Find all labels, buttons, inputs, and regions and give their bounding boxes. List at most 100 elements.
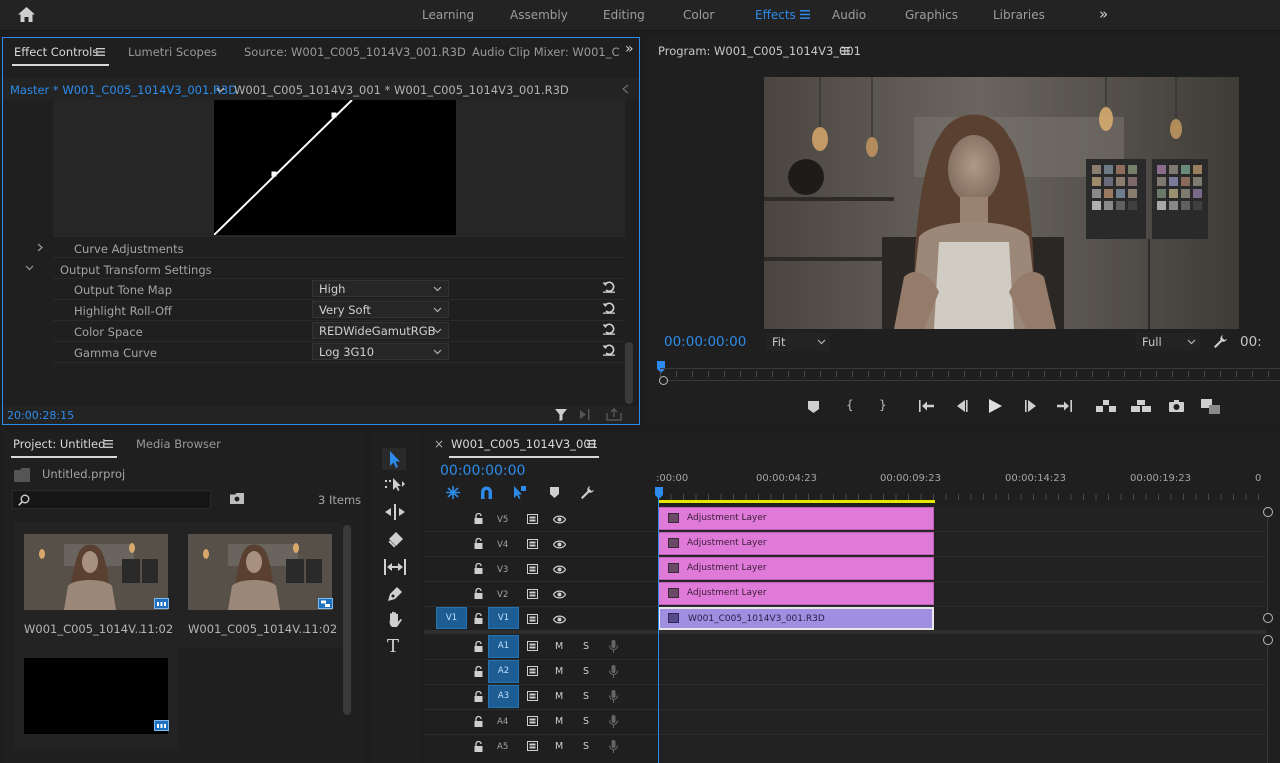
- zoom-bar[interactable]: [668, 380, 1280, 381]
- sync-lock-icon[interactable]: [527, 539, 540, 549]
- track-target-a1[interactable]: A1: [488, 635, 519, 658]
- home-icon[interactable]: [17, 6, 36, 23]
- microphone-icon[interactable]: [609, 640, 618, 653]
- export-icon[interactable]: [606, 408, 622, 421]
- wrench-icon[interactable]: [1213, 334, 1228, 349]
- slip-tool-icon[interactable]: [384, 559, 406, 575]
- workspace-overflow-icon[interactable]: »: [1099, 5, 1108, 23]
- reset-highlight-rolloff-icon[interactable]: [602, 301, 616, 314]
- go-to-out-icon[interactable]: [1057, 400, 1072, 412]
- workspace-graphics[interactable]: Graphics: [905, 8, 958, 22]
- eye-icon[interactable]: [553, 590, 566, 599]
- sync-lock-icon[interactable]: [527, 514, 540, 524]
- workspace-learning[interactable]: Learning: [422, 8, 474, 22]
- sync-lock-icon[interactable]: [527, 589, 540, 599]
- adjustment-layer-clip-v3[interactable]: Adjustment Layer: [658, 557, 934, 580]
- eye-icon[interactable]: [553, 540, 566, 549]
- zoom-handle-left[interactable]: [659, 376, 668, 385]
- play-audio-icon[interactable]: [580, 409, 594, 420]
- lock-icon[interactable]: [474, 641, 483, 652]
- track-target-v1[interactable]: V1: [488, 607, 519, 629]
- curve-graph[interactable]: [214, 100, 456, 235]
- play-button[interactable]: [989, 399, 1002, 413]
- adjustment-layer-clip-v2[interactable]: Adjustment Layer: [658, 582, 934, 605]
- source-patch-v1[interactable]: V1: [436, 607, 467, 629]
- selection-tool-icon[interactable]: [382, 448, 406, 470]
- tab-project[interactable]: Project: Untitled: [13, 437, 105, 451]
- mute-button[interactable]: M: [555, 666, 563, 677]
- collapse-arrow-icon[interactable]: [621, 84, 629, 94]
- workspace-effects[interactable]: Effects: [755, 8, 796, 22]
- sync-lock-icon[interactable]: [527, 564, 540, 574]
- razor-tool-icon[interactable]: [386, 531, 404, 549]
- lock-icon[interactable]: [474, 588, 483, 599]
- tabs-overflow-icon[interactable]: »: [625, 41, 634, 57]
- sync-lock-icon[interactable]: [527, 666, 540, 676]
- project-scrollbar[interactable]: [343, 525, 351, 715]
- lock-icon[interactable]: [474, 563, 483, 574]
- lock-icon[interactable]: [474, 613, 483, 624]
- mute-button[interactable]: M: [555, 691, 563, 702]
- tab-lumetri-scopes[interactable]: Lumetri Scopes: [128, 45, 217, 59]
- sync-lock-icon[interactable]: [527, 641, 540, 651]
- program-video-frame[interactable]: [764, 77, 1239, 329]
- output-tone-map-dropdown[interactable]: High: [312, 280, 449, 297]
- project-clip-card[interactable]: W001_C005_1014V... 11:02: [178, 522, 342, 648]
- project-search-input[interactable]: [12, 490, 211, 509]
- project-clip-card[interactable]: [14, 648, 178, 748]
- video-zoom-handle[interactable]: [1263, 507, 1273, 517]
- timeline-settings-icon[interactable]: [580, 485, 595, 500]
- mark-out-icon[interactable]: }: [879, 398, 887, 412]
- tab-media-browser[interactable]: Media Browser: [136, 437, 221, 451]
- track-label-a4[interactable]: A4: [497, 717, 508, 727]
- tab-source[interactable]: Source: W001_C005_1014V3_001.R3D: [244, 45, 466, 59]
- work-area-bar[interactable]: [658, 500, 935, 503]
- workspace-libraries[interactable]: Libraries: [993, 8, 1045, 22]
- lock-icon[interactable]: [474, 538, 483, 549]
- mute-button[interactable]: M: [555, 716, 563, 727]
- adjustment-layer-clip-v5[interactable]: Adjustment Layer: [658, 507, 934, 530]
- audio-zoom-handle[interactable]: [1263, 635, 1273, 645]
- lift-icon[interactable]: [1096, 400, 1116, 412]
- extract-icon[interactable]: [1131, 400, 1151, 412]
- mute-button[interactable]: M: [555, 741, 563, 752]
- panel-menu-icon[interactable]: [841, 47, 850, 55]
- mark-in-icon[interactable]: {: [846, 398, 854, 412]
- adjustment-layer-clip-v4[interactable]: Adjustment Layer: [658, 532, 934, 555]
- eye-icon[interactable]: [553, 515, 566, 524]
- workspace-assembly[interactable]: Assembly: [510, 8, 568, 22]
- video-zoom-handle[interactable]: [1263, 613, 1273, 623]
- panel-menu-icon[interactable]: [587, 440, 596, 448]
- lock-icon[interactable]: [474, 666, 483, 677]
- track-target-a3[interactable]: A3: [488, 685, 519, 708]
- reset-color-space-icon[interactable]: [602, 322, 616, 335]
- reset-output-tone-map-icon[interactable]: [602, 280, 616, 293]
- master-dropdown-chevron-icon[interactable]: [216, 87, 225, 93]
- solo-button[interactable]: S: [583, 691, 589, 702]
- track-label-v5[interactable]: V5: [497, 515, 508, 525]
- microphone-icon[interactable]: [609, 740, 618, 753]
- step-back-icon[interactable]: [955, 400, 968, 412]
- video-clip-v1[interactable]: W001_C005_1014V3_001.R3D: [658, 607, 934, 630]
- export-frame-icon[interactable]: [1169, 400, 1184, 412]
- eye-icon[interactable]: [553, 615, 566, 624]
- step-forward-icon[interactable]: [1025, 400, 1038, 412]
- collapse-output-transform-icon[interactable]: [25, 265, 34, 271]
- mute-button[interactable]: M: [555, 641, 563, 652]
- program-timecode[interactable]: 00:00:00:00: [664, 334, 746, 350]
- panel-menu-icon[interactable]: [104, 440, 113, 448]
- effect-controls-scrollbar[interactable]: [625, 342, 633, 404]
- effect-controls-timecode[interactable]: 20:00:28:15: [7, 409, 74, 422]
- add-marker-icon[interactable]: [550, 487, 559, 498]
- go-to-in-icon[interactable]: [919, 400, 934, 412]
- linked-selection-icon[interactable]: [512, 485, 527, 499]
- close-sequence-icon[interactable]: ×: [434, 437, 444, 451]
- lock-icon[interactable]: [474, 691, 483, 702]
- track-select-tool-icon[interactable]: [385, 476, 405, 492]
- microphone-icon[interactable]: [609, 690, 618, 703]
- eye-icon[interactable]: [553, 565, 566, 574]
- microphone-icon[interactable]: [609, 665, 618, 678]
- track-label-v4[interactable]: V4: [497, 540, 508, 550]
- track-label-v3[interactable]: V3: [497, 565, 508, 575]
- gamma-curve-dropdown[interactable]: Log 3G10: [312, 343, 449, 360]
